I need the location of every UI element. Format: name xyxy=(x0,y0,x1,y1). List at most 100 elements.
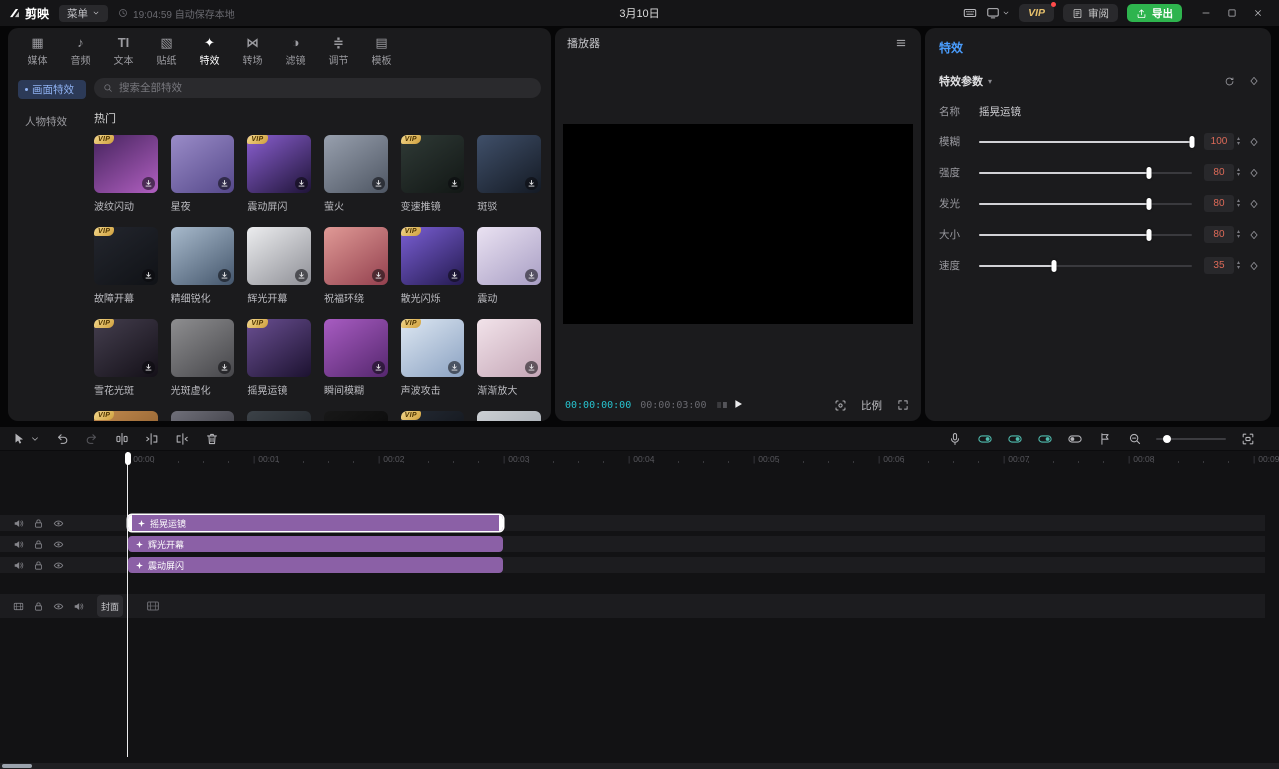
review-button[interactable]: 审阅 xyxy=(1063,4,1118,22)
effect-card[interactable]: VIP雪花光斑 xyxy=(94,319,158,397)
effect-card[interactable]: 祝福环绕 xyxy=(324,227,388,305)
download-icon[interactable] xyxy=(295,269,308,282)
effect-card[interactable]: VIP声波攻击 xyxy=(401,319,465,397)
quality-button[interactable] xyxy=(832,397,849,414)
hide-track-button[interactable] xyxy=(53,539,64,550)
zoom-out-button[interactable] xyxy=(1126,430,1143,447)
delete-button[interactable] xyxy=(203,430,220,447)
effect-card[interactable]: 星夜 xyxy=(171,135,235,213)
export-button[interactable]: 导出 xyxy=(1127,4,1182,22)
download-icon[interactable] xyxy=(372,177,385,190)
mute-track-button[interactable] xyxy=(73,601,84,612)
download-icon[interactable] xyxy=(372,361,385,374)
effect-card[interactable]: 光斑虚化 xyxy=(171,319,235,397)
download-icon[interactable] xyxy=(448,269,461,282)
download-icon[interactable] xyxy=(525,361,538,374)
effect-card[interactable]: VIP散光闪烁 xyxy=(401,227,465,305)
tab-media[interactable]: ▦媒体 xyxy=(16,33,59,69)
glow-value[interactable]: 80 xyxy=(1204,195,1234,212)
effect-card[interactable]: 斑驳 xyxy=(477,135,541,213)
trim-right-button[interactable] xyxy=(173,430,190,447)
effect-card[interactable]: VIP故障开幕 xyxy=(94,227,158,305)
slider-thumb[interactable] xyxy=(1189,136,1194,148)
layout-switch-button[interactable] xyxy=(986,6,1010,20)
blur-slider[interactable] xyxy=(979,141,1192,143)
download-icon[interactable] xyxy=(448,361,461,374)
tab-text[interactable]: TI文本 xyxy=(102,33,145,69)
effect-card[interactable]: VIP波纹闪动 xyxy=(94,135,158,213)
decrement-button[interactable]: ▾ xyxy=(1237,142,1240,147)
effect-card[interactable]: 震动 xyxy=(477,227,541,305)
effect-card[interactable]: VIP xyxy=(401,411,465,421)
fullscreen-button[interactable] xyxy=(894,397,911,414)
slider-thumb[interactable] xyxy=(1147,167,1152,179)
effect-card[interactable] xyxy=(247,411,311,421)
trim-left-button[interactable] xyxy=(143,430,160,447)
effect-card[interactable] xyxy=(171,411,235,421)
scrollbar-thumb[interactable] xyxy=(2,764,32,768)
keyframe-button[interactable] xyxy=(1249,261,1259,271)
main-track-button[interactable] xyxy=(13,601,24,612)
blur-value[interactable]: 100 xyxy=(1204,133,1234,150)
download-icon[interactable] xyxy=(142,269,155,282)
vip-button[interactable]: VIP xyxy=(1019,4,1054,22)
effect-card[interactable]: 辉光开幕 xyxy=(247,227,311,305)
timeline-zoom-slider[interactable] xyxy=(1156,438,1226,440)
decrement-button[interactable]: ▾ xyxy=(1237,235,1240,240)
download-icon[interactable] xyxy=(525,269,538,282)
preview-axis-button[interactable] xyxy=(1036,430,1053,447)
download-icon[interactable] xyxy=(218,177,231,190)
hide-track-button[interactable] xyxy=(53,560,64,571)
tab-effects[interactable]: ✦特效 xyxy=(188,33,231,69)
undo-button[interactable] xyxy=(53,430,70,447)
time-ruler[interactable]: |00:00|00:01|00:02|00:03|00:04|00:05|00:… xyxy=(0,452,1279,466)
lock-track-button[interactable] xyxy=(33,560,44,571)
effect-card[interactable]: 精细锐化 xyxy=(171,227,235,305)
mute-track-button[interactable] xyxy=(13,539,24,550)
video-preview[interactable] xyxy=(563,124,913,324)
ratio-button[interactable]: 比例 xyxy=(861,398,882,413)
tab-transition[interactable]: ⋈转场 xyxy=(231,33,274,69)
track-layout-button[interactable] xyxy=(1066,430,1083,447)
lock-track-button[interactable] xyxy=(33,601,44,612)
tab-sticker[interactable]: ▧贴纸 xyxy=(145,33,188,69)
effect-card[interactable]: 瞬间模糊 xyxy=(324,319,388,397)
speed-value[interactable]: 35 xyxy=(1204,257,1234,274)
maximize-button[interactable] xyxy=(1219,3,1245,23)
reset-button[interactable] xyxy=(1224,76,1235,87)
download-icon[interactable] xyxy=(525,177,538,190)
slider-thumb[interactable] xyxy=(1051,260,1056,272)
hide-track-button[interactable] xyxy=(53,518,64,529)
record-audio-button[interactable] xyxy=(946,430,963,447)
effect-card[interactable] xyxy=(324,411,388,421)
decrement-button[interactable]: ▾ xyxy=(1237,204,1240,209)
effect-card[interactable]: VIP xyxy=(94,411,158,421)
download-icon[interactable] xyxy=(142,177,155,190)
effect-card[interactable]: 渐渐放大 xyxy=(477,319,541,397)
play-button[interactable] xyxy=(732,398,744,413)
keyframe-all-button[interactable] xyxy=(1249,76,1259,87)
category-character-effects[interactable]: 人物特效 xyxy=(18,112,86,131)
effect-card[interactable]: 萤火 xyxy=(324,135,388,213)
select-tool-dropdown-button[interactable] xyxy=(30,430,40,447)
auto-snap-button[interactable] xyxy=(976,430,993,447)
decrement-button[interactable]: ▾ xyxy=(1237,266,1240,271)
effect-card[interactable]: VIP变速推镜 xyxy=(401,135,465,213)
download-icon[interactable] xyxy=(295,177,308,190)
hide-track-button[interactable] xyxy=(53,601,64,612)
lock-track-button[interactable] xyxy=(33,539,44,550)
keyframe-button[interactable] xyxy=(1249,199,1259,209)
minimize-button[interactable] xyxy=(1193,3,1219,23)
select-tool-button[interactable] xyxy=(10,430,27,447)
tab-adjust[interactable]: ≑调节 xyxy=(317,33,360,69)
fit-timeline-button[interactable] xyxy=(1239,430,1256,447)
tab-template[interactable]: ▤模板 xyxy=(360,33,403,69)
download-icon[interactable] xyxy=(448,177,461,190)
keyboard-shortcuts-button[interactable] xyxy=(963,6,977,20)
effect-clip[interactable]: 震动屏闪 xyxy=(128,557,503,573)
linkage-button[interactable] xyxy=(1006,430,1023,447)
cover-button[interactable]: 封面 xyxy=(97,595,123,617)
effect-clip[interactable]: 辉光开幕 xyxy=(128,536,503,552)
download-icon[interactable] xyxy=(218,361,231,374)
slider-thumb[interactable] xyxy=(1147,198,1152,210)
